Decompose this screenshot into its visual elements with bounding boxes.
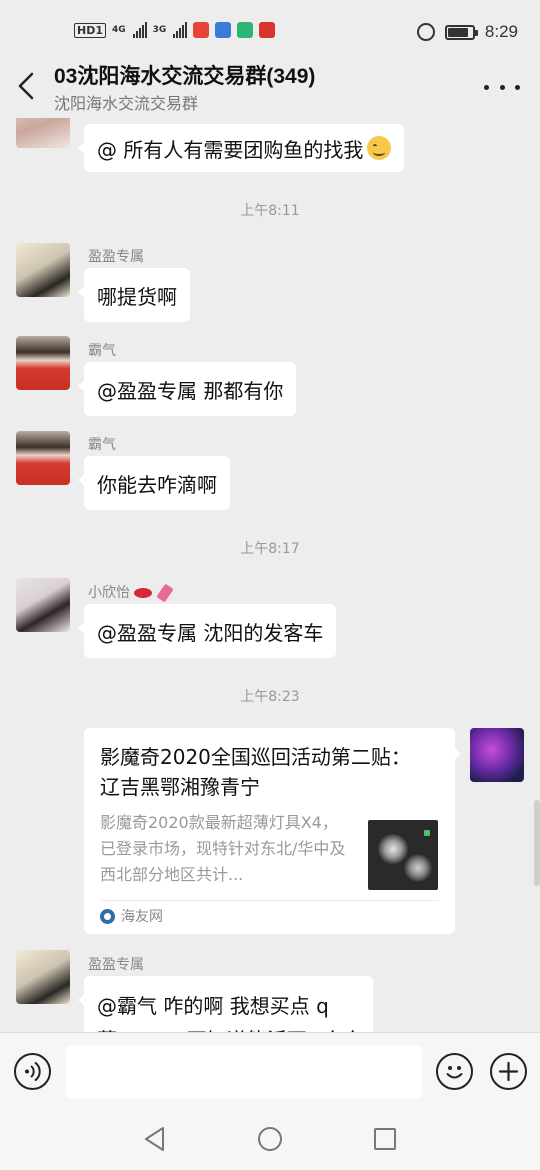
avatar[interactable] (16, 578, 70, 632)
message-bubble[interactable]: @霸气 咋的啊 我想买点 q 菜 不知道能活不 哈哈 (78, 976, 373, 1032)
link-card-description: 影魔奇2020款最新超薄灯具X4，已登录市场，现特针对东北/华中及西北部分地区共… (100, 813, 346, 884)
sender-name: 盈盈专属 (88, 249, 144, 265)
avatar[interactable] (16, 243, 70, 297)
status-indicators: HD1 4G 3G (74, 22, 276, 38)
dot-icon (515, 84, 520, 90)
scrollbar[interactable] (534, 800, 540, 886)
message-timestamp: 上午8:11 (240, 203, 300, 219)
message-bubble[interactable]: @ 所有人有需要团购鱼的找我 (77, 124, 405, 172)
message-input[interactable] (66, 1045, 422, 1099)
signal-icon (132, 22, 147, 38)
voice-input-button[interactable] (14, 1053, 51, 1090)
network-3g-label: 3G (152, 24, 167, 35)
message-bubble[interactable]: @盈盈专属 那都有你 (77, 362, 297, 416)
link-card-divider (100, 900, 439, 901)
dot-icon (499, 84, 505, 90)
link-card-title: 影魔奇2020全国巡回活动第二贴： 辽吉黑鄂湘豫青宁 (100, 745, 411, 799)
nav-recents-button[interactable] (374, 1128, 396, 1150)
stock-app-icon (259, 22, 276, 38)
smile-emoji-icon (367, 136, 392, 160)
triangle-back-icon (145, 1127, 164, 1151)
signal-icon-2 (173, 22, 188, 38)
sender-name: 霸气 (88, 343, 116, 359)
more-options-button[interactable] (484, 72, 520, 102)
message-timestamp: 上午8:23 (240, 689, 300, 705)
location-app-icon (193, 22, 210, 38)
link-card[interactable]: 影魔奇2020全国巡回活动第二贴： 辽吉黑鄂湘豫青宁 影魔奇2020款最新超薄灯… (84, 728, 461, 934)
message-bubble[interactable]: @盈盈专属 沈阳的发客车 (77, 604, 337, 658)
sender-name: 小欣怡 (88, 582, 174, 603)
nail-polish-emoji-icon (156, 583, 174, 603)
smiley-icon (446, 1066, 463, 1079)
avatar[interactable] (16, 431, 70, 485)
message-bubble[interactable]: 你能去咋滴啊 (78, 456, 230, 510)
link-card-thumbnail (368, 820, 438, 890)
chevron-left-icon (18, 72, 34, 100)
avatar[interactable] (16, 118, 70, 148)
chat-header: 03沈阳海水交流交易群(349) 沈阳海水交流交易群 (0, 52, 540, 118)
nav-home-button[interactable] (258, 1127, 282, 1151)
input-bar (0, 1032, 540, 1110)
avatar[interactable] (16, 336, 70, 390)
avatar[interactable] (16, 950, 70, 1004)
plus-icon (498, 1061, 519, 1082)
message-bubble[interactable]: 哪提货啊 (78, 268, 190, 322)
more-actions-button[interactable] (490, 1053, 527, 1090)
nav-back-button[interactable] (143, 1126, 167, 1156)
dot-icon (484, 84, 489, 90)
notification-app-icon (215, 22, 232, 38)
emoji-button[interactable] (436, 1053, 473, 1090)
network-4g-label: 4G (112, 24, 126, 35)
message-timestamp: 上午8:17 (240, 541, 300, 557)
map-app-icon (237, 22, 254, 38)
alarm-icon (416, 23, 435, 41)
chat-messages[interactable]: @ 所有人有需要团购鱼的找我 上午8:11 盈盈专属 哪提货啊 霸气 @盈盈专属… (0, 118, 540, 1032)
voice-icon (25, 1061, 41, 1082)
lips-emoji-icon (134, 588, 152, 598)
link-card-source: 海友网 (100, 906, 163, 926)
back-button[interactable] (8, 64, 48, 108)
status-right: 8:29 (416, 22, 518, 42)
clock: 8:29 (484, 22, 518, 41)
sender-name: 霸气 (88, 437, 116, 453)
source-logo-icon (100, 908, 115, 924)
battery-icon (444, 24, 478, 40)
hd-badge: HD1 (74, 22, 106, 38)
my-avatar[interactable] (470, 728, 524, 782)
group-title: 03沈阳海水交流交易群(349) (54, 65, 316, 88)
group-subtitle: 沈阳海水交流交易群 (54, 94, 199, 113)
sender-name: 盈盈专属 (88, 957, 144, 973)
system-nav-bar (0, 1110, 540, 1170)
